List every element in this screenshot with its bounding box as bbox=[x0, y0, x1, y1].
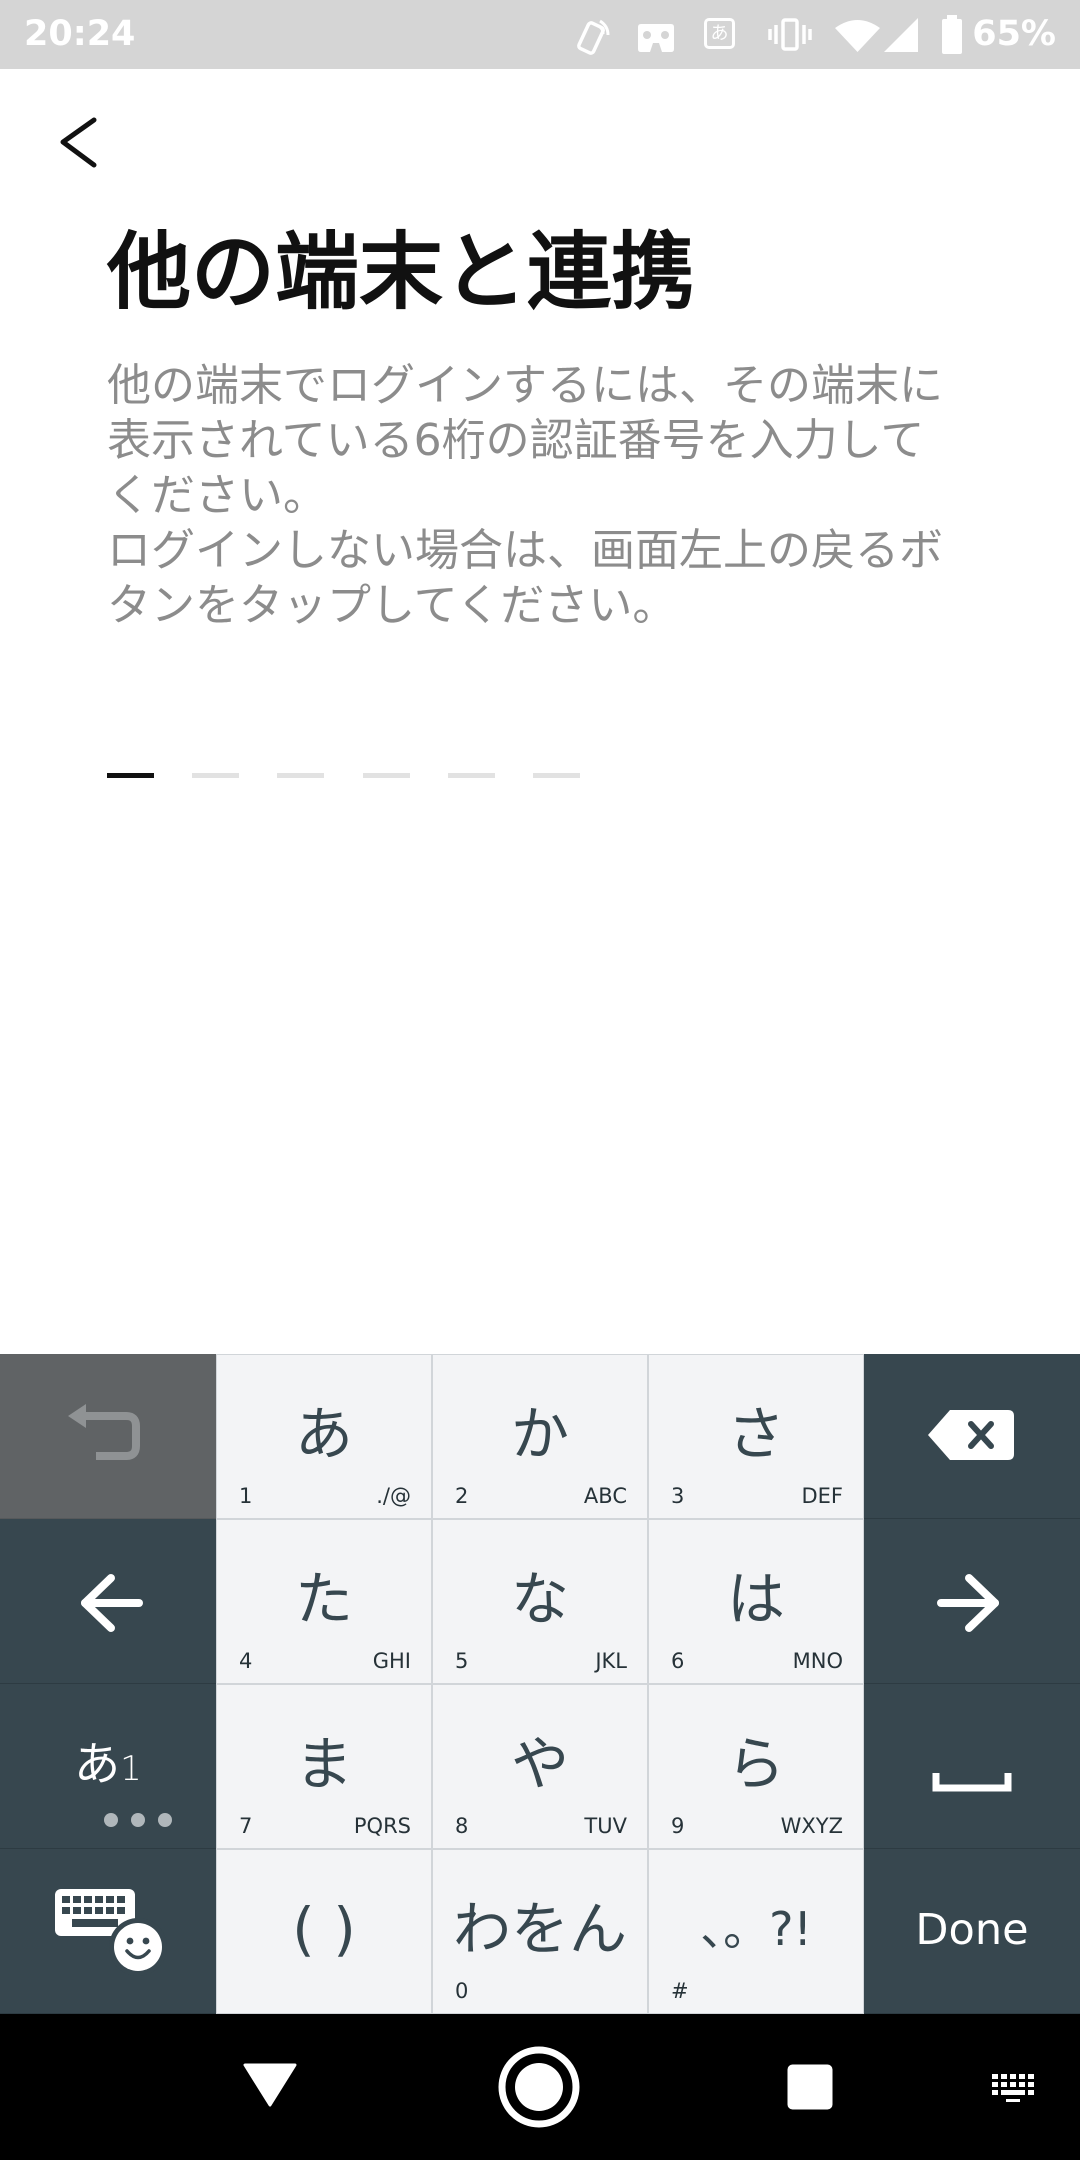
dot bbox=[104, 1813, 118, 1827]
arrow-right-icon bbox=[937, 1574, 999, 1632]
key-number-label: 3 bbox=[671, 1484, 685, 1508]
key-number-label: 4 bbox=[239, 1649, 253, 1673]
key-main-label: は bbox=[726, 1565, 785, 1633]
input-mode-key[interactable]: あ1 bbox=[0, 1684, 216, 1849]
arrow-left-icon bbox=[81, 1574, 143, 1632]
key-number-label: 5 bbox=[455, 1649, 469, 1673]
space-icon bbox=[932, 1773, 1012, 1792]
battery-icon bbox=[942, 15, 962, 54]
undo-key[interactable] bbox=[0, 1354, 216, 1519]
status-bar: 20:24 あ 65% bbox=[0, 0, 1080, 69]
key-ma[interactable]: ま 7 PQRS bbox=[216, 1684, 432, 1849]
key-main-label: さ bbox=[726, 1400, 785, 1468]
signal-icon bbox=[884, 18, 918, 52]
pin-digit-slot bbox=[192, 773, 240, 778]
key-letters-label: ABC bbox=[583, 1484, 627, 1508]
navigation-bar bbox=[0, 2014, 1080, 2160]
key-ka[interactable]: か 2 ABC bbox=[432, 1354, 648, 1519]
vibrate-icon bbox=[768, 18, 812, 51]
chevron-left-icon bbox=[60, 117, 97, 168]
instruction-paragraph: ログインしない場合は、画面左上の戻るボタンをタップしてください。 bbox=[107, 525, 943, 631]
key-main-label: ら bbox=[726, 1730, 785, 1798]
key-ya[interactable]: や 8 TUV bbox=[432, 1684, 648, 1849]
key-number-label: 0 bbox=[455, 1979, 469, 2003]
input-mode-label: あ1 bbox=[0, 1728, 216, 1800]
verification-code-input[interactable] bbox=[100, 755, 600, 799]
key-letters-label: ./@ bbox=[376, 1484, 411, 1508]
key-number-label: 9 bbox=[671, 1814, 685, 1838]
key-letters-label: GHI bbox=[372, 1649, 411, 1673]
instruction-paragraph: 他の端末でログインするには、その端末に表示されている6桁の認証番号を入力してくだ… bbox=[107, 360, 943, 521]
ime-label: あ bbox=[710, 23, 729, 44]
key-number-label: 2 bbox=[455, 1484, 469, 1508]
key-ra[interactable]: ら 9 WXYZ bbox=[648, 1684, 864, 1849]
key-number-label: # bbox=[671, 1979, 689, 2003]
keyboard-emoji-key[interactable] bbox=[0, 1849, 216, 2014]
space-key[interactable] bbox=[864, 1684, 1080, 1849]
backspace-icon bbox=[928, 1410, 1014, 1460]
pin-digit-slot bbox=[533, 773, 580, 778]
key-number-label: 1 bbox=[239, 1484, 253, 1508]
keyboard-switch-icon[interactable] bbox=[990, 2072, 1038, 2104]
key-main-label: な bbox=[510, 1565, 569, 1633]
key-punctuation[interactable]: 、。?! # bbox=[648, 1849, 864, 2014]
key-letters-label: TUV bbox=[584, 1814, 627, 1838]
nfc-icon bbox=[577, 19, 610, 55]
input-mode-kana: あ bbox=[74, 1737, 121, 1791]
back-icon[interactable] bbox=[236, 2054, 304, 2120]
pin-digit-slot bbox=[362, 773, 410, 778]
key-main-label: ( ) bbox=[292, 1895, 356, 1963]
japanese-keyboard: あ 1 ./@ か 2 ABC さ 3 DEF た 4 GHI な 5 JKL … bbox=[0, 1354, 1080, 2014]
pin-digit-slot bbox=[107, 773, 154, 778]
key-ha[interactable]: は 6 MNO bbox=[648, 1519, 864, 1684]
pin-digit-slot bbox=[277, 773, 325, 778]
key-main-label: 、。?! bbox=[700, 1902, 812, 1956]
key-main-label: あ bbox=[294, 1400, 353, 1468]
page-title: 他の端末と連携 bbox=[107, 223, 696, 321]
dot bbox=[158, 1813, 172, 1827]
undo-icon bbox=[68, 1404, 140, 1460]
battery-percent: 65% bbox=[972, 14, 1056, 54]
recents-icon[interactable] bbox=[785, 2062, 835, 2112]
key-ta[interactable]: た 4 GHI bbox=[216, 1519, 432, 1684]
key-letters-label: DEF bbox=[801, 1484, 843, 1508]
key-number-label: 6 bbox=[671, 1649, 685, 1673]
status-time: 20:24 bbox=[24, 14, 136, 54]
instruction-text: 他の端末でログインするには、その端末に表示されている6桁の認証番号を入力してくだ… bbox=[107, 358, 959, 633]
key-letters-label: JKL bbox=[595, 1649, 627, 1673]
cursor-right-key[interactable] bbox=[864, 1519, 1080, 1684]
home-icon[interactable] bbox=[494, 2042, 584, 2132]
key-letters-label: PQRS bbox=[353, 1814, 411, 1838]
done-label: Done bbox=[915, 1905, 1029, 1955]
dot bbox=[131, 1813, 145, 1827]
key-main-label: ま bbox=[294, 1730, 353, 1798]
wifi-icon bbox=[835, 20, 880, 52]
vr-headset-icon bbox=[638, 24, 674, 52]
key-main-label: わをん bbox=[452, 1895, 627, 1963]
key-number-label: 8 bbox=[455, 1814, 469, 1838]
key-letters-label: MNO bbox=[792, 1649, 843, 1673]
backspace-key[interactable] bbox=[864, 1354, 1080, 1519]
keyboard-emoji-icon bbox=[55, 1889, 167, 1976]
key-main-label: か bbox=[510, 1400, 569, 1468]
more-dots-icon bbox=[104, 1813, 172, 1827]
ime-icon: あ bbox=[704, 18, 735, 49]
key-letters-label: WXYZ bbox=[780, 1814, 843, 1838]
back-button[interactable] bbox=[36, 100, 120, 184]
key-sa[interactable]: さ 3 DEF bbox=[648, 1354, 864, 1519]
key-number-label: 7 bbox=[239, 1814, 253, 1838]
key-brackets[interactable]: ( ) bbox=[216, 1849, 432, 2014]
input-mode-number: 1 bbox=[120, 1749, 142, 1789]
key-a[interactable]: あ 1 ./@ bbox=[216, 1354, 432, 1519]
cursor-left-key[interactable] bbox=[0, 1519, 216, 1684]
key-main-label: や bbox=[510, 1730, 569, 1798]
key-wa[interactable]: わをん 0 bbox=[432, 1849, 648, 2014]
done-key[interactable]: Done bbox=[864, 1849, 1080, 2014]
pin-digit-slot bbox=[447, 773, 495, 778]
screen: 20:24 あ 65% 他の端末と連携 他の端末でログインするには、その端末に表… bbox=[0, 0, 1080, 2160]
key-main-label: た bbox=[294, 1565, 353, 1633]
key-na[interactable]: な 5 JKL bbox=[432, 1519, 648, 1684]
